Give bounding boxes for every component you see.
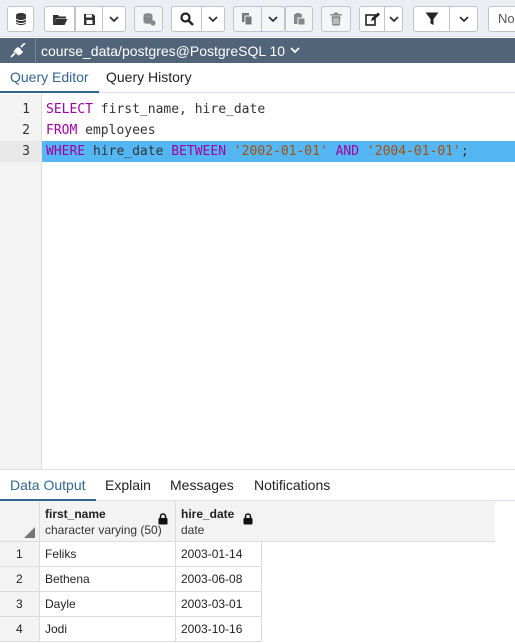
- select-all-icon: [24, 527, 35, 538]
- header-filler: [261, 501, 495, 542]
- grid-corner[interactable]: [0, 501, 40, 542]
- filter-button[interactable]: [413, 6, 450, 32]
- sql-string: '2002-01-01': [233, 144, 328, 159]
- tab-query-history[interactable]: Query History: [96, 63, 202, 93]
- find-button[interactable]: [171, 6, 202, 32]
- sql-text: ;: [460, 144, 469, 159]
- row-number[interactable]: 3: [0, 592, 40, 617]
- chevron-down-icon: [290, 47, 300, 54]
- code-line[interactable]: 2 FROM employees: [0, 120, 515, 141]
- tab-explain[interactable]: Explain: [95, 470, 161, 501]
- sql-string: '2004-01-01': [366, 144, 461, 159]
- code-text: FROM employees: [46, 120, 156, 141]
- tab-messages[interactable]: Messages: [160, 470, 244, 501]
- table-row[interactable]: 2 Bethena 2003-06-08: [0, 567, 262, 592]
- copy-button[interactable]: [233, 6, 262, 32]
- column-header-first-name[interactable]: first_name character varying (50): [40, 501, 176, 542]
- paste-icon: [293, 13, 305, 26]
- chevron-down-icon: [458, 15, 469, 22]
- row-number[interactable]: 1: [0, 542, 40, 567]
- line-number: 1: [22, 102, 30, 117]
- delete-button[interactable]: [321, 6, 351, 32]
- code-text: SELECT first_name, hire_date: [46, 99, 265, 120]
- row-limit-label: No: [498, 11, 515, 26]
- edit-icon: [364, 12, 380, 26]
- line-number: 2: [22, 123, 30, 138]
- cell-first-name[interactable]: Jodi: [40, 617, 176, 642]
- table-row[interactable]: 3 Dayle 2003-03-01: [0, 592, 262, 617]
- find-options-button[interactable]: [202, 6, 225, 32]
- sql-keyword: FROM: [46, 123, 78, 138]
- search-icon: [179, 12, 194, 26]
- save-options-button[interactable]: [103, 6, 126, 32]
- data-output-grid: first_name character varying (50) hire_d…: [0, 501, 515, 643]
- tab-notifications[interactable]: Notifications: [244, 470, 340, 501]
- code-line[interactable]: 3 WHERE hire_date BETWEEN '2002-01-01' AN…: [0, 141, 515, 162]
- column-name: hire_date: [181, 507, 235, 521]
- sql-text: first_name, hire_date: [92, 102, 266, 117]
- sql-keyword: AND: [335, 144, 360, 159]
- cell-first-name[interactable]: Dayle: [40, 592, 176, 617]
- database-icon: [15, 13, 26, 25]
- table-row[interactable]: 4 Jodi 2003-10-16: [0, 617, 262, 642]
- chevron-down-icon: [208, 15, 218, 22]
- row-number[interactable]: 2: [0, 567, 40, 592]
- sql-text: hire_date: [85, 144, 172, 159]
- paste-button[interactable]: [285, 6, 313, 32]
- sql-keyword: SELECT: [46, 102, 93, 117]
- tab-query-editor[interactable]: Query Editor: [0, 63, 99, 93]
- sql-editor[interactable]: 1 SELECT first_name, hire_date 2 FROM emplo…: [0, 94, 515, 469]
- chevron-down-icon: [109, 15, 119, 22]
- edit-button[interactable]: [359, 6, 385, 32]
- column-header-hire-date[interactable]: hire_date date: [176, 501, 262, 542]
- column-type: date: [181, 523, 205, 537]
- open-file-button[interactable]: [44, 6, 75, 32]
- open-folder-icon: [52, 14, 67, 25]
- cell-hire-date[interactable]: 2003-10-16: [176, 617, 262, 642]
- connection-bar[interactable]: course_data/postgres@PostgreSQL 10: [0, 38, 515, 63]
- line-number: 3: [0, 141, 42, 162]
- column-name: first_name: [45, 507, 106, 521]
- delete-icon: [330, 12, 342, 26]
- lock-icon: [158, 513, 168, 525]
- lock-icon: [243, 513, 253, 525]
- connection-status[interactable]: [0, 38, 36, 63]
- cell-first-name[interactable]: Feliks: [40, 542, 176, 567]
- tab-data-output[interactable]: Data Output: [0, 470, 96, 501]
- cell-hire-date[interactable]: 2003-01-14: [176, 542, 262, 567]
- sql-text: employees: [77, 123, 156, 138]
- edit-options-button[interactable]: [385, 6, 403, 32]
- row-number[interactable]: 4: [0, 617, 40, 642]
- connection-plug-icon: [9, 42, 26, 58]
- clear-button[interactable]: [134, 6, 163, 32]
- connection-label: course_data/postgres@PostgreSQL 10: [41, 42, 286, 59]
- sql-keyword: BETWEEN: [171, 144, 227, 159]
- database-button[interactable]: [7, 6, 34, 32]
- save-button[interactable]: [75, 6, 103, 32]
- result-tabs: Data Output Explain Messages Notificatio…: [0, 469, 515, 501]
- row-limit-select[interactable]: No: [488, 6, 515, 32]
- filter-options-button[interactable]: [450, 6, 478, 32]
- code-text: WHERE hire_date BETWEEN '2002-01-01' AND…: [46, 141, 469, 162]
- copy-icon: [242, 13, 253, 26]
- query-tabs: Query Editor Query History: [0, 63, 515, 93]
- column-type: character varying (50): [45, 523, 162, 537]
- clear-icon: [143, 13, 156, 26]
- save-icon: [83, 13, 95, 25]
- chevron-down-icon: [388, 15, 399, 22]
- table-row[interactable]: 1 Feliks 2003-01-14: [0, 542, 262, 567]
- chevron-down-icon: [268, 15, 278, 22]
- sql-keyword: WHERE: [46, 144, 86, 159]
- cell-hire-date[interactable]: 2003-03-01: [176, 592, 262, 617]
- cell-hire-date[interactable]: 2003-06-08: [176, 567, 262, 592]
- copy-options-button[interactable]: [262, 6, 285, 32]
- code-line[interactable]: 1 SELECT first_name, hire_date: [0, 99, 515, 120]
- filter-icon: [425, 12, 438, 25]
- query-toolbar: No: [0, 0, 515, 37]
- cell-first-name[interactable]: Bethena: [40, 567, 176, 592]
